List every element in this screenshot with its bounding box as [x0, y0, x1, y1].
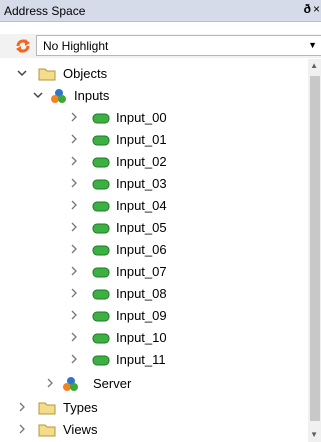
variable-icon — [92, 220, 110, 236]
tree-node-label: Input_03 — [116, 176, 167, 191]
scroll-down-icon[interactable]: ▼ — [310, 430, 318, 439]
tree-node-views[interactable]: Views — [0, 419, 310, 441]
highlight-select[interactable]: No Highlight ▼ — [36, 35, 321, 56]
tree-node-server[interactable]: Server — [0, 373, 310, 395]
tree-node-label: Input_05 — [116, 220, 167, 235]
scroll-up-icon[interactable]: ▲ — [310, 61, 318, 70]
tree-node-input[interactable]: Input_09 — [0, 305, 310, 327]
tree-node-label: Views — [63, 422, 98, 437]
variable-icon — [92, 110, 110, 126]
tree-node-label: Input_02 — [116, 154, 167, 169]
tree-node-label: Input_07 — [116, 264, 167, 279]
tree-node-inputs[interactable]: Inputs — [0, 85, 310, 107]
expand-chevron-right-icon[interactable] — [68, 352, 80, 366]
tree-node-label: Input_06 — [116, 242, 167, 257]
object-icon — [50, 88, 68, 104]
variable-icon — [92, 286, 110, 302]
tree-node-objects[interactable]: Objects — [0, 63, 310, 85]
tree-node-input[interactable]: Input_08 — [0, 283, 310, 305]
variable-icon — [92, 308, 110, 324]
expand-chevron-right-icon[interactable] — [16, 400, 28, 414]
tree-node-input[interactable]: Input_04 — [0, 195, 310, 217]
pin-icon[interactable]: ð — [304, 2, 311, 16]
tree-node-label: Objects — [63, 66, 108, 81]
highlight-select-value: No Highlight — [43, 39, 109, 53]
scrollbar-thumb[interactable] — [310, 76, 320, 421]
variable-icon — [92, 264, 110, 280]
object-icon — [62, 376, 80, 392]
tree-node-label: Input_01 — [116, 132, 167, 147]
expand-chevron-right-icon[interactable] — [68, 264, 80, 278]
close-icon[interactable]: × — [313, 2, 321, 16]
variable-icon — [92, 198, 110, 214]
tree-node-label: Server — [93, 376, 132, 391]
tree-node-input[interactable]: Input_10 — [0, 327, 310, 349]
tree-node-input[interactable]: Input_06 — [0, 239, 310, 261]
variable-icon — [92, 176, 110, 192]
tree-node-label: Input_11 — [116, 352, 166, 367]
tree-node-label: Input_04 — [116, 198, 167, 213]
expand-chevron-right-icon[interactable] — [68, 330, 80, 344]
tree-node-input[interactable]: Input_00 — [0, 107, 310, 129]
tree-node-input[interactable]: Input_05 — [0, 217, 310, 239]
variable-icon — [92, 132, 110, 148]
expand-chevron-right-icon[interactable] — [68, 176, 80, 190]
panel-titlebar: Address Space ð × — [0, 0, 321, 22]
tree-node-label: Types — [63, 400, 98, 415]
expand-chevron-right-icon[interactable] — [68, 286, 80, 300]
tree-node-input[interactable]: Input_07 — [0, 261, 310, 283]
expand-chevron-right-icon[interactable] — [68, 242, 80, 256]
folder-icon — [38, 66, 56, 82]
expand-chevron-right-icon[interactable] — [16, 422, 28, 436]
chevron-down-icon[interactable]: ▼ — [308, 40, 317, 50]
expand-chevron-right-icon[interactable] — [68, 110, 80, 124]
tree-node-input[interactable]: Input_02 — [0, 151, 310, 173]
variable-icon — [92, 330, 110, 346]
expand-chevron-right-icon[interactable] — [68, 220, 80, 234]
tree-node-label: Input_09 — [116, 308, 167, 323]
expand-chevron-icon[interactable] — [32, 88, 44, 102]
expand-chevron-right-icon[interactable] — [44, 376, 56, 390]
address-space-tree: Objects Inputs Input_00 Input_01 Input_0… — [0, 59, 321, 442]
refresh-icon[interactable] — [14, 37, 32, 55]
expand-chevron-right-icon[interactable] — [68, 154, 80, 168]
tree-node-label: Input_08 — [116, 286, 167, 301]
folder-icon — [38, 400, 56, 416]
tree-node-input[interactable]: Input_11 — [0, 349, 310, 371]
variable-icon — [92, 352, 110, 368]
tree-node-label: Input_10 — [116, 330, 167, 345]
tree-node-input[interactable]: Input_01 — [0, 129, 310, 151]
panel-title: Address Space — [4, 4, 86, 18]
tree-node-types[interactable]: Types — [0, 397, 310, 419]
variable-icon — [92, 242, 110, 258]
folder-icon — [38, 422, 56, 438]
expand-chevron-right-icon[interactable] — [68, 308, 80, 322]
tree-node-label: Inputs — [74, 88, 110, 103]
tree-node-input[interactable]: Input_03 — [0, 173, 310, 195]
expand-chevron-icon[interactable] — [16, 66, 28, 80]
tree-node-label: Input_00 — [116, 110, 167, 125]
expand-chevron-right-icon[interactable] — [68, 132, 80, 146]
expand-chevron-right-icon[interactable] — [68, 198, 80, 212]
variable-icon — [92, 154, 110, 170]
